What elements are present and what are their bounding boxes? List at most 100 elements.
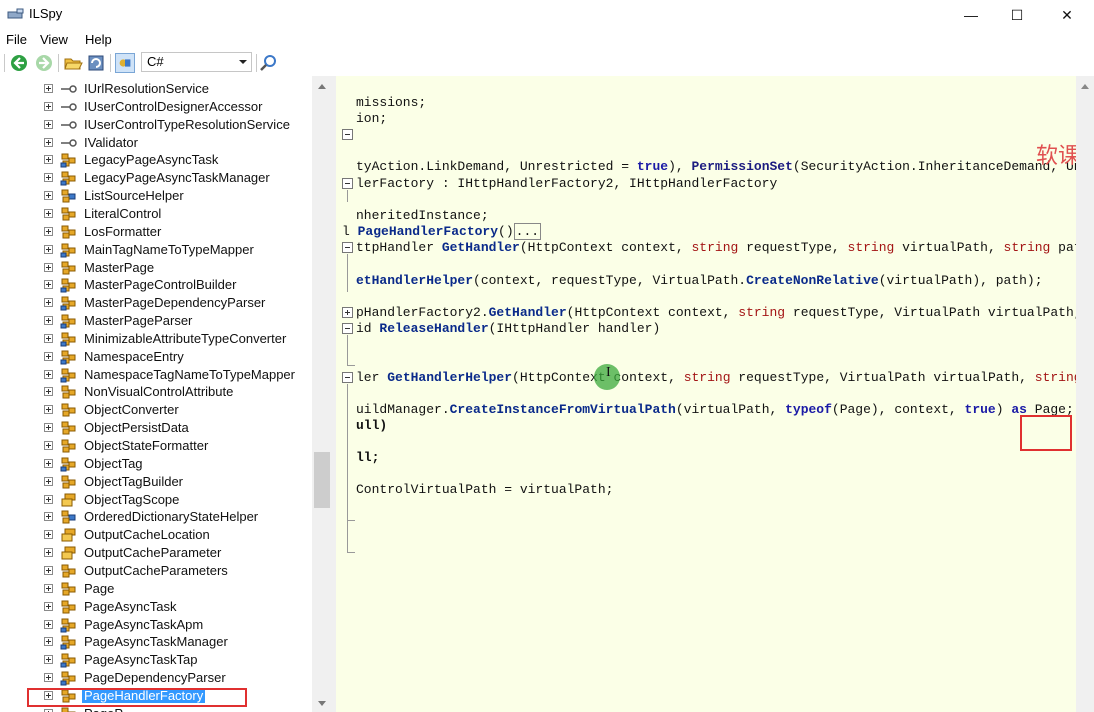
expand-plus-icon[interactable]	[44, 119, 53, 129]
tree-item[interactable]: IValidator	[0, 134, 312, 152]
expand-plus-icon[interactable]	[44, 637, 53, 647]
expand-plus-icon[interactable]	[44, 244, 53, 254]
tree-item[interactable]: IUserControlTypeResolutionService	[0, 116, 312, 134]
menu-help[interactable]: Help	[85, 32, 112, 47]
tree-item[interactable]: MinimizableAttributeTypeConverter	[0, 330, 312, 348]
assembly-tree[interactable]: IUrlResolutionService IUserControlDesigne…	[0, 76, 332, 712]
tree-item[interactable]: IUserControlDesignerAccessor	[0, 98, 312, 116]
expand-plus-icon[interactable]	[44, 601, 53, 611]
tree-item[interactable]: LosFormatter	[0, 223, 312, 241]
fold-toggle[interactable]	[342, 372, 353, 383]
tree-item[interactable]: PageDependencyParser	[0, 669, 312, 687]
expand-plus-icon[interactable]	[44, 137, 53, 147]
toolbar-grip	[4, 54, 5, 72]
search-icon[interactable]	[259, 53, 279, 73]
expand-plus-icon[interactable]	[44, 298, 53, 308]
back-icon[interactable]	[9, 53, 29, 73]
expand-plus-icon[interactable]	[44, 191, 53, 201]
expand-plus-icon[interactable]	[44, 655, 53, 665]
tree-item[interactable]: MasterPageParser	[0, 312, 312, 330]
expand-plus-icon[interactable]	[44, 476, 53, 486]
tree-item[interactable]: ObjectStateFormatter	[0, 437, 312, 455]
expand-plus-icon[interactable]	[44, 512, 53, 522]
scroll-up-icon[interactable]	[318, 84, 326, 89]
expand-plus-icon[interactable]	[44, 351, 53, 361]
expand-plus-icon[interactable]	[44, 262, 53, 272]
tree-item[interactable]: ObjectTagScope	[0, 491, 312, 509]
expand-plus-icon[interactable]	[44, 423, 53, 433]
fold-toggle[interactable]	[342, 307, 353, 318]
collapsed-body-button[interactable]: ...	[513, 223, 542, 240]
maximize-button[interactable]: ☐	[994, 0, 1040, 30]
expand-plus-icon[interactable]	[44, 565, 53, 575]
tree-item[interactable]: NamespaceTagNameToTypeMapper	[0, 366, 312, 384]
tree-scroll-thumb[interactable]	[314, 452, 330, 508]
expand-plus-icon[interactable]	[44, 494, 53, 504]
tree-item[interactable]: MasterPage	[0, 259, 312, 277]
scroll-up-icon[interactable]	[1081, 84, 1089, 89]
expand-plus-icon[interactable]	[44, 280, 53, 290]
forward-icon[interactable]	[34, 53, 54, 73]
tree-item[interactable]: Page	[0, 580, 312, 598]
tree-item[interactable]: ListSourceHelper	[0, 187, 312, 205]
tree-item[interactable]: NamespaceEntry	[0, 348, 312, 366]
expand-plus-icon[interactable]	[44, 530, 53, 540]
tree-item[interactable]: PageAsyncTaskManager	[0, 633, 312, 651]
scroll-down-icon[interactable]	[318, 701, 326, 706]
expand-plus-icon[interactable]	[44, 583, 53, 593]
options-icon[interactable]	[115, 53, 135, 73]
expand-plus-icon[interactable]	[44, 405, 53, 415]
tree-item[interactable]: ObjectTagBuilder	[0, 473, 312, 491]
fold-toggle[interactable]	[342, 178, 353, 189]
expand-plus-icon[interactable]	[44, 84, 53, 93]
window-title: ILSpy	[29, 6, 63, 21]
close-button[interactable]: ✕	[1044, 0, 1090, 30]
expand-plus-icon[interactable]	[44, 673, 53, 683]
tree-item[interactable]: MasterPageControlBuilder	[0, 276, 312, 294]
tree-item-label: MinimizableAttributeTypeConverter	[84, 330, 287, 346]
tree-item[interactable]: MainTagNameToTypeMapper	[0, 241, 312, 259]
fold-toggle[interactable]	[342, 129, 353, 140]
expand-plus-icon[interactable]	[44, 458, 53, 468]
expand-plus-icon[interactable]	[44, 173, 53, 183]
fold-toggle[interactable]	[342, 242, 353, 253]
expand-plus-icon[interactable]	[44, 619, 53, 629]
tree-item[interactable]: NonVisualControlAttribute	[0, 383, 312, 401]
tree-item[interactable]: IUrlResolutionService	[0, 80, 312, 98]
tree-item[interactable]: ObjectTag	[0, 455, 312, 473]
menu-file[interactable]: File	[6, 32, 27, 47]
tree-item[interactable]: LegacyPageAsyncTaskManager	[0, 169, 312, 187]
tree-item[interactable]: OrderedDictionaryStateHelper	[0, 508, 312, 526]
expand-plus-icon[interactable]	[44, 387, 53, 397]
expand-plus-icon[interactable]	[44, 548, 53, 558]
tree-item[interactable]: ObjectPersistData	[0, 419, 312, 437]
tree-item[interactable]: LegacyPageAsyncTask	[0, 151, 312, 169]
language-select[interactable]: C#	[141, 52, 252, 72]
tree-item[interactable]: OutputCacheLocation	[0, 526, 312, 544]
enum-icon	[60, 527, 78, 543]
minimize-button[interactable]: —	[948, 0, 994, 30]
tree-item[interactable]: PageAsyncTaskApm	[0, 616, 312, 634]
tree-item[interactable]: ObjectConverter	[0, 401, 312, 419]
tree-item[interactable]: MasterPageDependencyParser	[0, 294, 312, 312]
expand-plus-icon[interactable]	[44, 155, 53, 165]
tree-item[interactable]: OutputCacheParameters	[0, 562, 312, 580]
tree-item[interactable]: PageAsyncTaskTap	[0, 651, 312, 669]
tree-item[interactable]: PageAsyncTask	[0, 598, 312, 616]
expand-plus-icon[interactable]	[44, 226, 53, 236]
expand-plus-icon[interactable]	[44, 101, 53, 111]
reload-icon[interactable]	[86, 53, 106, 73]
tree-item[interactable]: OutputCacheParameter	[0, 544, 312, 562]
menu-view[interactable]: View	[40, 32, 68, 47]
expand-plus-icon[interactable]	[44, 316, 53, 326]
open-icon[interactable]	[63, 53, 83, 73]
expand-plus-icon[interactable]	[44, 441, 53, 450]
expand-plus-icon[interactable]	[44, 333, 53, 343]
decompiled-code-view[interactable]: missions; ion; tyAction.LinkDemand, Unre…	[336, 76, 1076, 712]
tree-item[interactable]: LiteralControl	[0, 205, 312, 223]
expand-plus-icon[interactable]	[44, 369, 53, 379]
tree-scrollbar[interactable]	[312, 76, 332, 712]
fold-toggle[interactable]	[342, 323, 353, 334]
code-scrollbar[interactable]	[1076, 76, 1094, 712]
expand-plus-icon[interactable]	[44, 208, 53, 218]
